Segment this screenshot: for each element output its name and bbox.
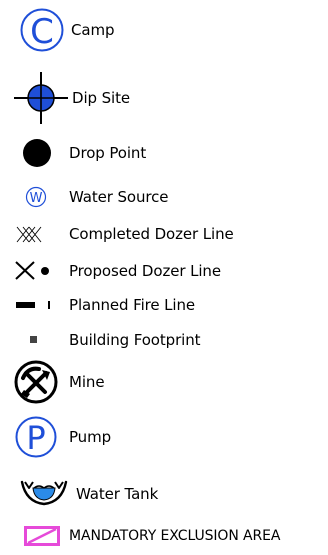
dash-line-icon: [16, 296, 56, 314]
legend-label: Dip Site: [72, 89, 131, 107]
legend-label: MANDATORY EXCLUSION AREA: [69, 528, 281, 544]
cross-hatch-icon: [16, 224, 42, 244]
legend-label: Camp: [71, 21, 115, 39]
legend-item-building-footprint: Building Footprint: [0, 331, 328, 349]
svg-text:P: P: [26, 419, 45, 457]
legend-label: Pump: [69, 428, 112, 446]
pump-p-icon: P: [15, 416, 57, 458]
filled-circle-icon: [22, 138, 52, 168]
crosshair-icon: [14, 72, 68, 124]
svg-text:W: W: [30, 191, 43, 206]
legend-label: Building Footprint: [69, 331, 201, 349]
exclusion-rect-icon: [24, 526, 60, 546]
legend-item-camp: C Camp: [0, 8, 328, 52]
legend-label: Water Tank: [76, 485, 159, 503]
camp-icon: C: [20, 8, 64, 52]
water-tank-icon: [20, 478, 68, 508]
legend-item-completed-dozer-line: Completed Dozer Line: [0, 224, 328, 244]
legend-label: Proposed Dozer Line: [69, 262, 221, 280]
water-source-icon: W: [25, 186, 47, 208]
legend-item-water-tank: Water Tank: [0, 478, 328, 508]
x-dot-icon: [14, 259, 52, 281]
legend-label: Water Source: [69, 188, 169, 206]
legend-item-planned-fire-line: Planned Fire Line: [0, 296, 328, 314]
legend-label: Drop Point: [69, 144, 147, 162]
legend-item-proposed-dozer-line: Proposed Dozer Line: [0, 259, 328, 281]
small-square-icon: [30, 331, 40, 349]
legend-item-water-source: W Water Source: [0, 186, 328, 208]
legend-item-mine: Mine: [0, 360, 328, 404]
legend-item-mandatory-exclusion-area: MANDATORY EXCLUSION AREA: [0, 526, 328, 546]
legend-label: Mine: [69, 373, 105, 391]
legend-item-pump: P Pump: [0, 416, 328, 458]
svg-text:C: C: [30, 12, 54, 52]
legend-label: Completed Dozer Line: [69, 225, 234, 243]
map-legend: C Camp Dip Site Drop Point W Water Sourc…: [0, 0, 328, 555]
legend-item-drop-point: Drop Point: [0, 138, 328, 168]
legend-label: Planned Fire Line: [69, 296, 196, 314]
legend-item-dip-site: Dip Site: [0, 72, 328, 124]
pick-shovel-icon: [14, 360, 58, 404]
